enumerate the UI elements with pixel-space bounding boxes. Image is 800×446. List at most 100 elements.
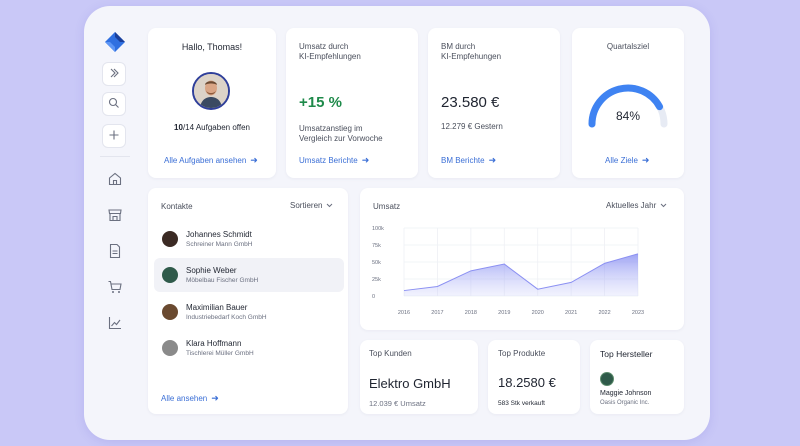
arrow-right-icon: ➜ <box>641 155 650 165</box>
x-tick-label: 2020 <box>532 310 544 316</box>
tasks-summary: 10/14 Aufgaben offen <box>148 123 276 132</box>
arrow-right-icon: ➜ <box>361 155 370 165</box>
expand-icon <box>108 67 120 82</box>
sidebar-divider <box>100 156 130 157</box>
all-contacts-link[interactable]: Alle ansehen ➜ <box>161 393 219 404</box>
y-tick-label: 50k <box>372 260 381 266</box>
all-tasks-link[interactable]: Alle Aufgaben ansehen ➜ <box>164 155 258 166</box>
contact-avatar <box>162 340 178 356</box>
tasks-done: 10 <box>174 123 183 132</box>
chart-icon[interactable] <box>106 314 124 332</box>
bm-ki-card: BM durch KI-Empfehungen 23.580 € 12.279 … <box>428 28 560 178</box>
add-button[interactable] <box>102 124 126 148</box>
y-tick-label: 0 <box>372 294 375 300</box>
top-produkte-sub: 583 Stk verkauft <box>498 400 545 407</box>
y-tick-label: 75k <box>372 243 381 249</box>
umsatz-ki-title: Umsatz durch KI-Empfehlungen <box>299 42 361 62</box>
y-axis-ticks: 100k 75k 50k 25k 0 <box>372 226 384 300</box>
title-line: BM durch <box>441 42 476 51</box>
expand-button[interactable] <box>102 62 126 86</box>
hersteller-name: Maggie Johnson <box>600 390 652 397</box>
top-kunden-title: Top Kunden <box>369 349 412 358</box>
bm-report-link-label: BM Berichte <box>441 156 485 165</box>
contact-avatar <box>162 231 178 247</box>
bm-ki-title: BM durch KI-Empfehungen <box>441 42 501 62</box>
sort-label: Sortieren <box>290 201 323 210</box>
x-tick-label: 2023 <box>632 310 644 316</box>
title-line: KI-Empfehlungen <box>299 52 361 61</box>
arrow-right-icon: ➜ <box>250 155 258 165</box>
umsatz-report-link[interactable]: Umsatz Berichte ➜ <box>299 155 369 166</box>
chevron-down-icon <box>327 203 333 208</box>
arrow-right-icon: ➜ <box>211 393 219 403</box>
contact-name: Maximilian Bauer <box>186 302 248 312</box>
cart-icon[interactable] <box>106 278 124 296</box>
arrow-right-icon: ➜ <box>488 155 497 165</box>
home-icon[interactable] <box>106 170 124 188</box>
top-kunden-card: Top Kunden Elektro GmbH 12.039 € Umsatz <box>360 340 478 414</box>
hersteller-company: Oasis Organic Inc. <box>600 400 650 406</box>
umsatz-chart-card: Umsatz Aktuelles Jahr 100k 75k 50k 25k 0 201… <box>360 188 684 330</box>
umsatz-report-link-label: Umsatz Berichte <box>299 156 358 165</box>
contacts-title: Kontakte <box>161 202 193 211</box>
top-produkte-card: Top Produkte 18.2580 € 583 Stk verkauft <box>488 340 580 414</box>
title-line: KI-Empfehungen <box>441 52 502 61</box>
store-icon[interactable] <box>106 206 124 224</box>
contact-company: Schreiner Mann GmbH <box>186 240 253 248</box>
all-tasks-link-label: Alle Aufgaben ansehen <box>164 156 247 165</box>
top-hersteller-title: Top Hersteller <box>600 349 653 359</box>
umsatz-ki-value: +15 % <box>299 94 342 111</box>
sort-dropdown[interactable]: Sortieren <box>290 201 333 210</box>
top-kunden-value: Elektro GmbH <box>369 376 451 391</box>
x-tick-label: 2017 <box>431 310 443 316</box>
all-contacts-link-label: Alle ansehen <box>161 394 208 403</box>
x-tick-label: 2021 <box>565 310 577 316</box>
top-produkte-title: Top Produkte <box>498 349 546 358</box>
x-axis-ticks: 2016 2017 2018 2019 2020 2021 2022 2023 <box>398 310 644 316</box>
bm-report-link[interactable]: BM Berichte ➜ <box>441 155 496 166</box>
umsatz-area <box>404 253 638 296</box>
contact-name: Klara Hoffmann <box>186 338 242 348</box>
quartalsziel-value: 84% <box>615 109 641 123</box>
avatar <box>192 72 230 110</box>
desc-line: Umsatzanstieg im <box>299 124 363 133</box>
bm-ki-sub: 12.279 € Gestern <box>441 122 503 131</box>
contact-item[interactable]: Maximilian Bauer Industriebedarf Koch Gmb… <box>154 295 344 329</box>
contact-company: Tischlerei Müller GmbH <box>186 349 254 357</box>
desc-line: Vergleich zur Vorwoche <box>299 134 383 143</box>
x-tick-label: 2022 <box>598 310 610 316</box>
umsatz-area-chart: 100k75k50k25k0 2016 2017 2018 2019 2020 2021 2… <box>372 226 644 316</box>
top-kunden-sub: 12.039 € Umsatz <box>369 399 426 408</box>
x-tick-label: 2016 <box>398 310 410 316</box>
title-line: Umsatz durch <box>299 42 349 51</box>
all-goals-link[interactable]: Alle Ziele ➜ <box>605 155 649 166</box>
contact-name: Sophie Weber <box>186 265 237 275</box>
contact-item[interactable]: Johannes Schmidt Schreiner Mann GmbH <box>154 222 344 256</box>
contact-company: Industriebedarf Koch GmbH <box>186 313 267 321</box>
contact-name: Johannes Schmidt <box>186 229 252 239</box>
search-icon <box>108 97 120 112</box>
umsatz-ki-desc: Umsatzanstieg im Vergleich zur Vorwoche <box>299 124 383 144</box>
x-tick-label: 2019 <box>498 310 510 316</box>
contact-item[interactable]: Klara Hoffmann Tischlerei Müller GmbH <box>154 331 344 365</box>
top-hersteller-card: Top Hersteller Maggie Johnson Oasis Orga… <box>590 340 684 414</box>
umsatz-ki-card: Umsatz durch KI-Empfehlungen +15 % Umsat… <box>286 28 418 178</box>
contact-item[interactable]: Sophie Weber Möbelbau Fischer GmbH <box>154 258 344 292</box>
contact-avatar <box>162 267 178 283</box>
document-icon[interactable] <box>106 242 124 260</box>
hersteller-avatar <box>600 372 614 386</box>
top-produkte-value: 18.2580 € <box>498 375 556 390</box>
logo-icon[interactable] <box>103 30 127 54</box>
y-tick-label: 25k <box>372 277 381 283</box>
quartalsziel-card: Quartalsziel 84% Alle Ziele ➜ <box>572 28 684 178</box>
search-button[interactable] <box>102 92 126 116</box>
plus-icon <box>108 129 120 144</box>
x-tick-label: 2018 <box>465 310 477 316</box>
bm-ki-value: 23.580 € <box>441 94 500 111</box>
welcome-card: Hallo, Thomas! 10/14 Aufgaben offen Alle… <box>148 28 276 178</box>
greeting: Hallo, Thomas! <box>181 42 243 52</box>
tasks-rest: /14 Aufgaben offen <box>182 123 250 132</box>
y-tick-label: 100k <box>372 226 384 232</box>
all-goals-link-label: Alle Ziele <box>605 156 638 165</box>
contact-company: Möbelbau Fischer GmbH <box>186 276 259 284</box>
